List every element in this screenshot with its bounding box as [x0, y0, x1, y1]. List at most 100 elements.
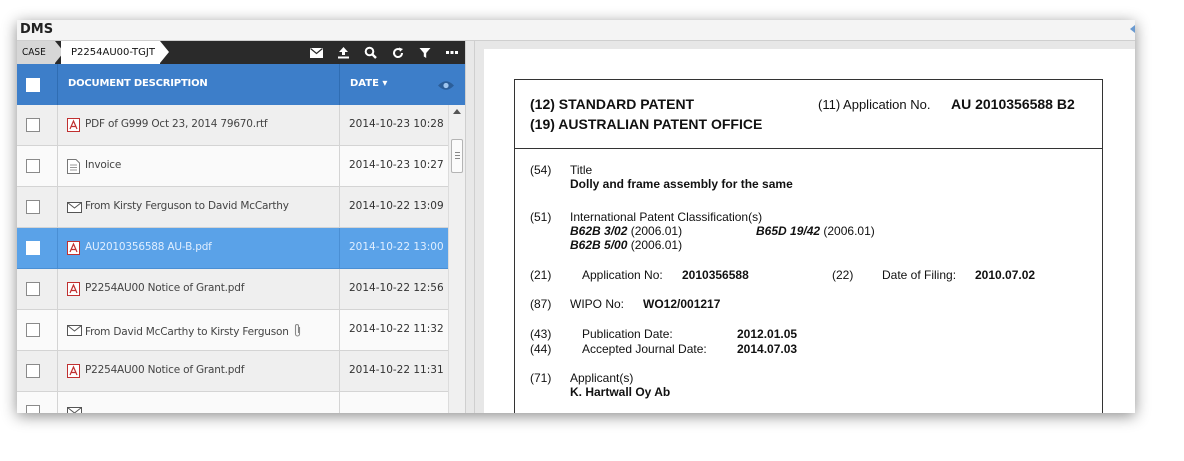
cell-divider	[57, 228, 58, 269]
dms-window: DMS CASE P2254AU00-TGJT DOCUMENT DESCRIP…	[17, 20, 1135, 413]
cell-divider	[339, 146, 340, 187]
row-checkbox[interactable]	[26, 364, 40, 378]
document-viewer: (12) STANDARD PATENT (19) AUSTRALIAN PAT…	[475, 41, 1135, 413]
field-21-label: Application No:	[582, 268, 663, 282]
cell-divider	[339, 351, 340, 392]
field-43-value: 2012.01.05	[737, 327, 798, 341]
table-row[interactable]: From David McCarthy to Kirsty Ferguson 2…	[17, 310, 448, 351]
envelope-icon	[67, 323, 82, 341]
class-3-year: (2006.01)	[627, 238, 683, 252]
cell-divider	[339, 228, 340, 269]
table-row-selected[interactable]: AU2010356588 AU-B.pdf 2014-10-22 13:00	[17, 228, 448, 269]
row-checkbox[interactable]	[26, 200, 40, 214]
pdf-icon	[67, 118, 80, 137]
list-scrollbar[interactable]	[448, 105, 465, 413]
row-description: From David McCarthy to Kirsty Ferguson	[85, 323, 302, 341]
row-checkbox[interactable]	[26, 282, 40, 296]
doc-application-number: AU 2010356588 B2	[951, 96, 1075, 112]
refresh-icon[interactable]	[384, 41, 411, 64]
search-icon[interactable]	[357, 41, 384, 64]
column-document-description[interactable]: DOCUMENT DESCRIPTION	[68, 78, 208, 89]
field-71-number: (71)	[530, 371, 552, 385]
field-44-value: 2014.07.03	[737, 342, 798, 356]
cell-divider	[339, 310, 340, 351]
pdf-icon	[67, 364, 80, 383]
column-date-sort[interactable]: DATE ▾	[350, 78, 387, 89]
field-87-number: (87)	[530, 297, 552, 311]
table-header: DOCUMENT DESCRIPTION DATE ▾	[17, 64, 465, 105]
filter-icon[interactable]	[411, 41, 438, 64]
row-date: 2014-10-22 13:09	[349, 200, 444, 212]
scrollbar-thumb[interactable]	[451, 139, 463, 173]
row-date: 2014-10-22 11:32	[349, 323, 444, 335]
select-all-checkbox[interactable]	[26, 78, 40, 92]
class-1-year: (2006.01)	[627, 224, 683, 238]
field-71-label: Applicant(s)	[570, 371, 634, 385]
document-icon	[67, 159, 80, 179]
row-checkbox[interactable]	[26, 241, 40, 255]
breadcrumb-case-id[interactable]: P2254AU00-TGJT	[61, 41, 160, 64]
class-2-year: (2006.01)	[820, 224, 875, 238]
row-checkbox[interactable]	[26, 118, 40, 132]
field-51-class-1: B62B 3/02 (2006.01)	[570, 224, 682, 238]
row-checkbox[interactable]	[26, 405, 40, 413]
document-list: PDF of G999 Oct 23, 2014 79670.rtf 2014-…	[17, 105, 448, 413]
title-bar: DMS	[17, 20, 1135, 41]
row-date: 2014-10-22 12:56	[349, 282, 444, 294]
table-row[interactable]: P2254AU00 Notice of Grant.pdf 2014-10-22…	[17, 269, 448, 310]
field-21-number: (21)	[530, 268, 552, 282]
breadcrumb-separator	[160, 41, 169, 63]
table-row[interactable]: P2254AU00 Notice of Grant.pdf 2014-10-22…	[17, 351, 448, 392]
column-divider	[57, 64, 58, 105]
doc-application-number-label: (11) Application No.	[818, 97, 931, 112]
field-22-value: 2010.07.02	[975, 268, 1036, 282]
cell-divider	[57, 310, 58, 351]
pdf-icon	[67, 241, 80, 260]
field-54-title: Dolly and frame assembly for the same	[570, 177, 793, 191]
cell-divider	[57, 187, 58, 228]
field-44-number: (44)	[530, 342, 552, 356]
field-21-value: 2010356588	[682, 268, 749, 282]
table-row[interactable]: Invoice 2014-10-23 10:27	[17, 146, 448, 187]
pdf-icon	[67, 282, 80, 301]
column-divider	[339, 64, 340, 105]
cell-divider	[339, 105, 340, 146]
table-row[interactable]: From Kirsty Ferguson to David McCarthy 2…	[17, 187, 448, 228]
envelope-icon[interactable]	[303, 41, 330, 64]
cell-divider	[57, 146, 58, 187]
row-checkbox[interactable]	[26, 323, 40, 337]
table-row-partial[interactable]	[17, 392, 448, 413]
class-1-code: B62B 3/02	[570, 224, 628, 238]
breadcrumb: CASE P2254AU00-TGJT	[17, 41, 465, 64]
row-date: 2014-10-22 13:00	[349, 241, 444, 253]
app-title: DMS	[20, 22, 54, 37]
table-row[interactable]: PDF of G999 Oct 23, 2014 79670.rtf 2014-…	[17, 105, 448, 146]
eye-icon[interactable]	[437, 78, 455, 96]
row-checkbox[interactable]	[26, 159, 40, 173]
row-description: Invoice	[85, 159, 122, 171]
row-date: 2014-10-23 10:28	[349, 118, 444, 130]
panel-splitter[interactable]	[465, 41, 475, 413]
field-43-label: Publication Date:	[582, 327, 673, 341]
cell-divider	[57, 105, 58, 146]
row-description: AU2010356588 AU-B.pdf	[85, 241, 212, 253]
cell-divider	[57, 392, 58, 413]
cell-divider	[57, 351, 58, 392]
doc-header-standard-patent: (12) STANDARD PATENT	[530, 96, 695, 112]
collapse-arrow-icon[interactable]	[1130, 25, 1135, 33]
cell-divider	[339, 187, 340, 228]
field-87-value: WO12/001217	[643, 297, 721, 311]
field-43-number: (43)	[530, 327, 552, 341]
field-51-number: (51)	[530, 210, 552, 224]
breadcrumb-case[interactable]: CASE	[17, 41, 55, 64]
more-icon[interactable]	[438, 41, 465, 64]
field-22-label: Date of Filing:	[882, 268, 957, 282]
field-87-label: WIPO No:	[570, 297, 625, 311]
pdf-page: (12) STANDARD PATENT (19) AUSTRALIAN PAT…	[484, 49, 1135, 413]
cell-divider	[339, 269, 340, 310]
class-2-code: B65D 19/42	[756, 224, 821, 238]
patent-frame: (12) STANDARD PATENT (19) AUSTRALIAN PAT…	[514, 79, 1103, 413]
scroll-up-arrow-icon[interactable]	[453, 109, 461, 114]
doc-header-office: (19) AUSTRALIAN PATENT OFFICE	[530, 116, 763, 132]
upload-icon[interactable]	[330, 41, 357, 64]
